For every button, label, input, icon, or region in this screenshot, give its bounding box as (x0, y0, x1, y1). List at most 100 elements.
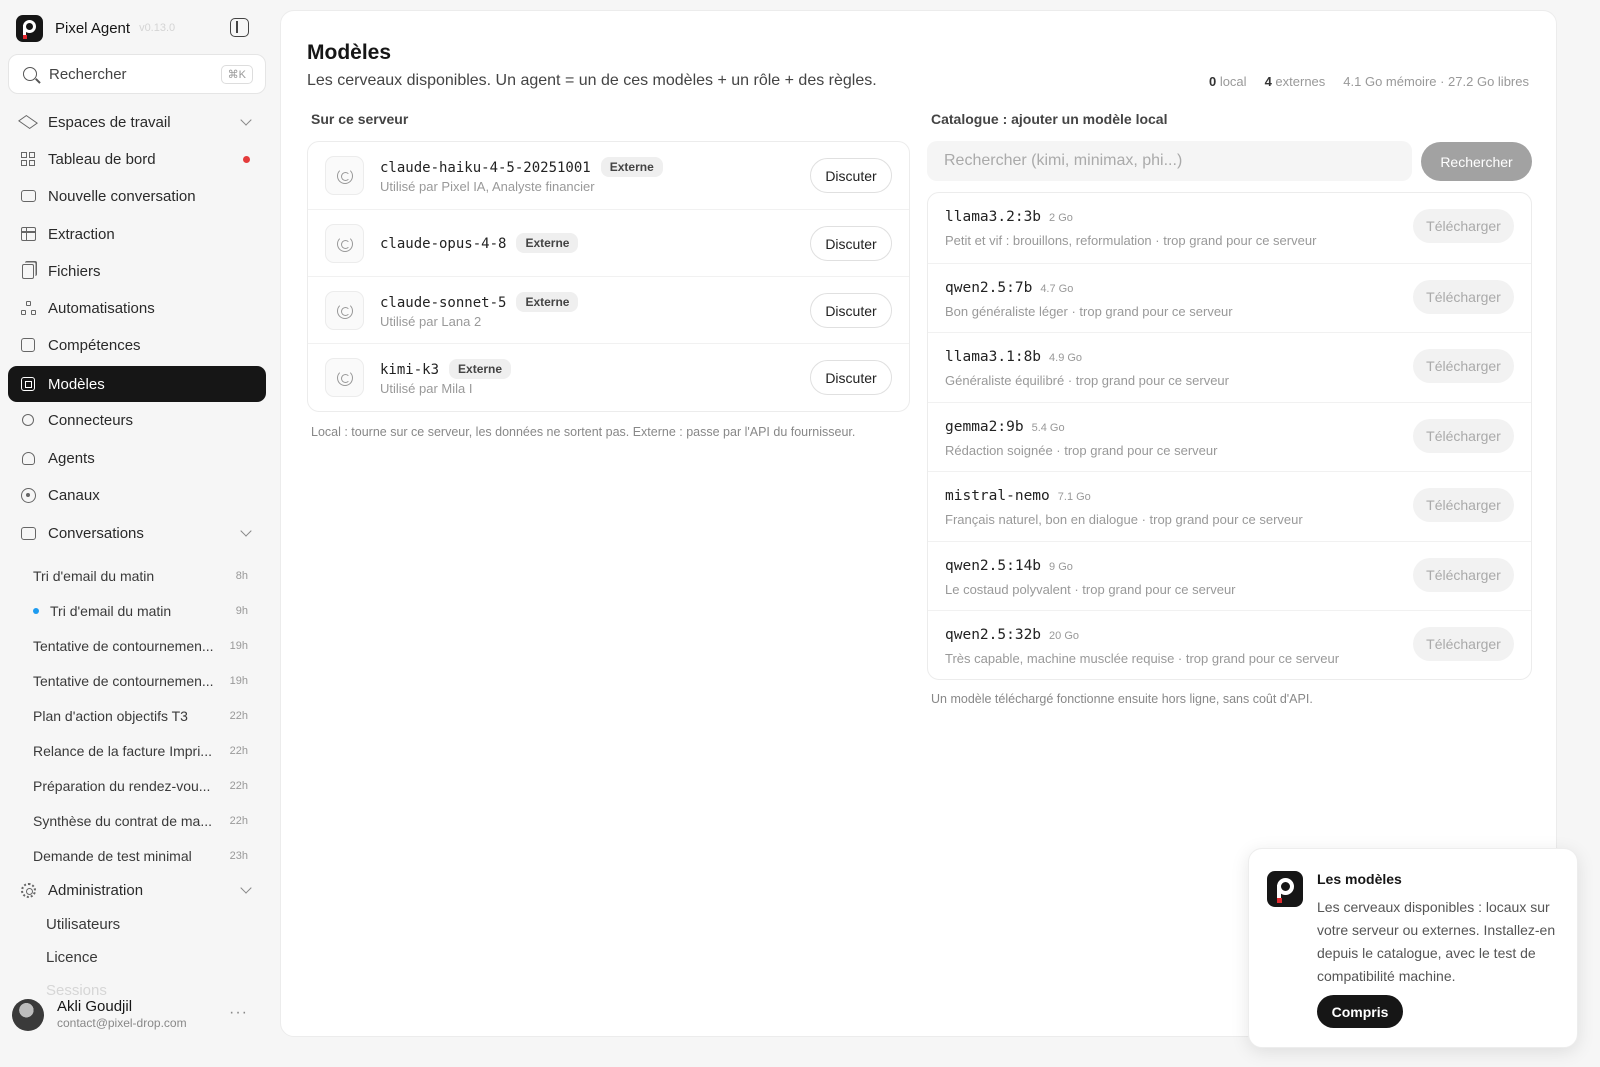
conversation-item[interactable]: Synthèse du contrat de ma... 22h (33, 810, 248, 832)
sidebar-search-label: Rechercher (49, 65, 127, 83)
nav-canaux[interactable]: Canaux (8, 477, 266, 513)
download-button[interactable]: Télécharger (1413, 419, 1514, 453)
brand[interactable]: Pixel Agent v0.13.0 (16, 14, 175, 42)
discuss-button[interactable]: Discuter (810, 226, 892, 261)
nav-label: Administration (48, 881, 144, 899)
pixel-agent-logo-icon (1267, 871, 1303, 907)
sidebar-toggle-icon[interactable] (230, 18, 249, 37)
nav-label: Canaux (48, 486, 100, 504)
resource-stats: 0 local 4 externes 4.1 Go mémoire · 27.2… (1209, 74, 1529, 89)
model-size: 4.9 Go (1049, 352, 1083, 364)
nav-label: Agents (48, 449, 95, 467)
nav-fichiers[interactable]: Fichiers (8, 253, 266, 289)
server-models-list: claude-haiku-4-5-20251001 Externe Utilisé… (307, 141, 910, 412)
discuss-button[interactable]: Discuter (810, 158, 892, 193)
model-usage: Utilisé par Lana 2 (380, 314, 482, 329)
download-button[interactable]: Télécharger (1413, 558, 1514, 592)
nav-conversations[interactable]: Conversations (8, 515, 266, 551)
model-size: 4.7 Go (1040, 283, 1074, 295)
conversation-item[interactable]: Préparation du rendez-vou... 22h (33, 775, 248, 797)
local-stat: 0 local (1208, 74, 1247, 89)
catalog-model-name: llama3.2:3b 2 Go (945, 209, 1073, 225)
download-button[interactable]: Télécharger (1413, 488, 1514, 522)
catalog-model-desc: Petit et vif : brouillons, reformulation… (945, 233, 1317, 248)
external-badge: Externe (516, 292, 579, 312)
app-name: Pixel Agent (55, 19, 131, 37)
nav-label: Nouvelle conversation (48, 187, 196, 205)
model-name: claude-opus-4-8 Externe (380, 233, 579, 253)
nav-tableau-de-bord[interactable]: Tableau de bord (8, 141, 266, 177)
memory-stat: 4.1 Go mémoire · 27.2 Go libres (1343, 74, 1529, 89)
user-profile[interactable]: Akli Goudjil contact@pixel-drop.com ··· (12, 996, 262, 1036)
nav-automatisations[interactable]: Automatisations (8, 290, 266, 326)
catalog-list: llama3.2:3b 2 Go Petit et vif : brouillon… (927, 192, 1532, 680)
catalog-row: mistral-nemo 7.1 Go Français naturel, bon… (928, 471, 1531, 541)
conversation-item[interactable]: Tri d'email du matin 9h (33, 600, 248, 622)
chevron-down-icon[interactable] (240, 114, 252, 126)
admin-item-licence[interactable]: Licence (46, 949, 98, 966)
model-row: claude-sonnet-5 Externe Utilisé par Lana … (308, 276, 909, 343)
catalog-row: llama3.2:3b 2 Go Petit et vif : brouillon… (928, 193, 1531, 263)
nav-competences[interactable]: Compétences (8, 327, 266, 363)
tooltip-confirm-button[interactable]: Compris (1317, 995, 1403, 1028)
catalog-model-name: qwen2.5:7b 4.7 Go (945, 280, 1074, 296)
conversation-time: 22h (229, 710, 248, 722)
nav-modeles[interactable]: Modèles (8, 366, 266, 402)
catalog-footnote: Un modèle téléchargé fonctionne ensuite … (931, 692, 1313, 706)
conversation-item[interactable]: Tentative de contournemen... 19h (33, 635, 248, 657)
conversation-item[interactable]: Tentative de contournemen... 19h (33, 670, 248, 692)
model-name: claude-haiku-4-5-20251001 Externe (380, 157, 663, 177)
external-badge: Externe (600, 157, 663, 177)
catalog-model-name: qwen2.5:14b 9 Go (945, 558, 1073, 574)
model-size: 2 Go (1049, 212, 1073, 224)
discuss-button[interactable]: Discuter (810, 293, 892, 328)
conversation-title: Plan d'action objectifs T3 (33, 708, 188, 724)
conversation-item[interactable]: Relance de la facture Impri... 22h (33, 740, 248, 762)
nav-label: Tableau de bord (48, 150, 156, 168)
conversation-item[interactable]: Plan d'action objectifs T3 22h (33, 705, 248, 727)
agent-icon (20, 450, 36, 466)
layers-icon (18, 114, 38, 130)
tooltip-title: Les modèles (1317, 871, 1402, 887)
download-button[interactable]: Télécharger (1413, 280, 1514, 314)
avatar (12, 999, 44, 1031)
discuss-button[interactable]: Discuter (810, 360, 892, 395)
catalog-search-input[interactable]: Rechercher (kimi, minimax, phi...) (927, 141, 1412, 181)
gear-icon (20, 882, 36, 898)
catalog-model-desc: Généraliste équilibré · trop grand pour … (945, 373, 1229, 388)
nav-label: Extraction (48, 225, 115, 243)
conversation-item[interactable]: Tri d'email du matin 8h (33, 565, 248, 587)
download-button[interactable]: Télécharger (1413, 209, 1514, 243)
workflow-icon (20, 300, 36, 316)
model-icon (325, 358, 364, 397)
nav-administration[interactable]: Administration (8, 872, 266, 908)
nav-agents[interactable]: Agents (8, 440, 266, 476)
external-badge: Externe (516, 233, 579, 253)
pixel-agent-logo-icon (16, 14, 43, 42)
model-icon (325, 291, 364, 330)
catalog-search-button[interactable]: Rechercher (1421, 142, 1532, 181)
nav-connecteurs[interactable]: Connecteurs (8, 402, 266, 438)
download-button[interactable]: Télécharger (1413, 627, 1514, 661)
conversation-time: 8h (235, 570, 248, 582)
catalog-row: qwen2.5:14b 9 Go Le costaud polyvalent · … (928, 541, 1531, 611)
table-icon (20, 226, 36, 242)
onboarding-tooltip: Les modèles Les cerveaux disponibles : l… (1248, 848, 1578, 1048)
admin-item-utilisateurs[interactable]: Utilisateurs (46, 916, 120, 933)
more-options-icon[interactable]: ··· (229, 1004, 248, 1022)
chevron-down-icon[interactable] (240, 525, 252, 537)
download-button[interactable]: Télécharger (1413, 349, 1514, 383)
files-icon (20, 263, 36, 279)
nav-nouvelle-conversation[interactable]: Nouvelle conversation (8, 178, 266, 214)
catalog-model-desc: Bon généraliste léger · trop grand pour … (945, 304, 1233, 319)
sidebar-search[interactable]: Rechercher ⌘K (8, 54, 266, 94)
server-footnote: Local : tourne sur ce serveur, les donné… (311, 425, 856, 439)
model-row: claude-haiku-4-5-20251001 Externe Utilisé… (308, 142, 909, 209)
nav-label: Conversations (48, 524, 144, 542)
catalog-model-desc: Rédaction soignée · trop grand pour ce s… (945, 443, 1218, 458)
chevron-down-icon[interactable] (240, 882, 252, 894)
nav-extraction[interactable]: Extraction (8, 216, 266, 252)
nav-espaces-de-travail[interactable]: Espaces de travail (8, 104, 266, 140)
model-icon (325, 224, 364, 263)
conversation-item[interactable]: Demande de test minimal 23h (33, 845, 248, 867)
